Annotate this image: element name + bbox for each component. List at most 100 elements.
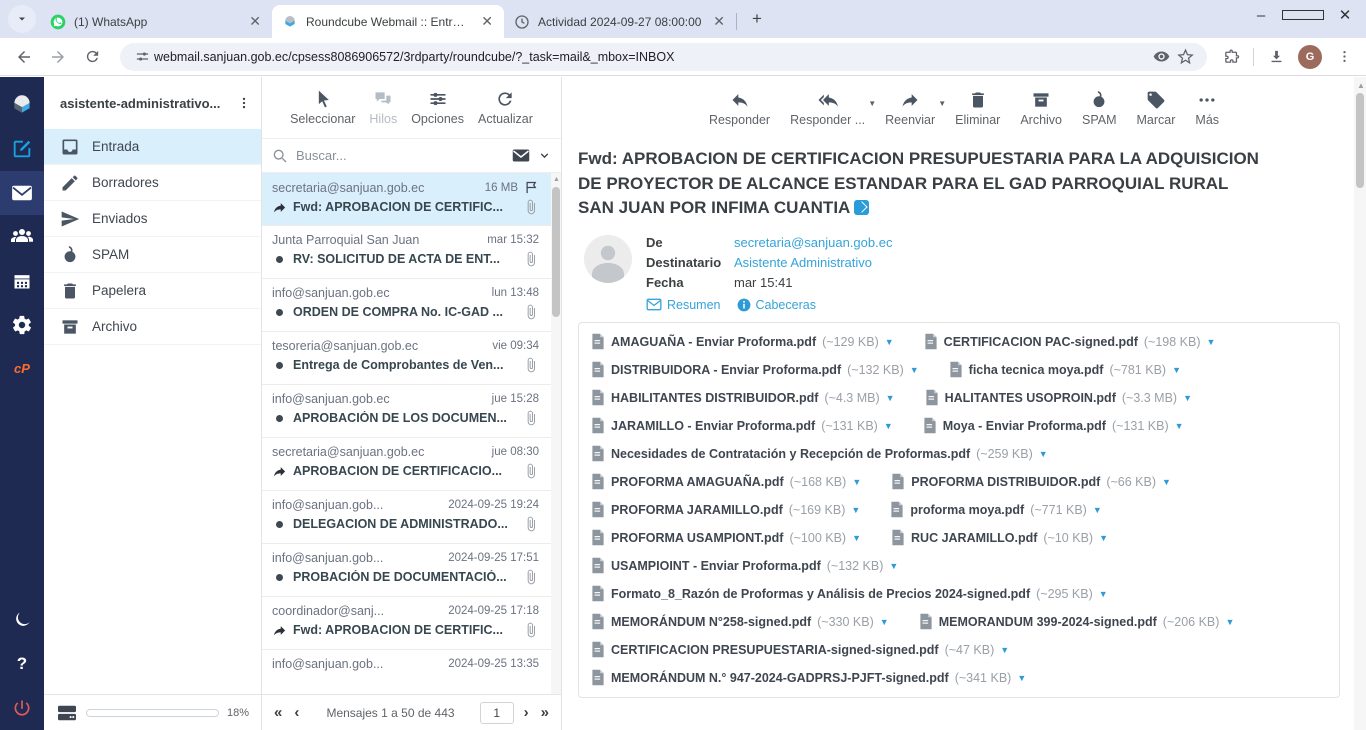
folder-item-entrada[interactable]: Entrada — [44, 129, 261, 165]
sidebar-item-cpanel[interactable]: cP — [0, 347, 44, 391]
attachment-item[interactable]: DISTRIBUIDORA - Enviar Proforma.pdf (~13… — [591, 359, 919, 381]
list-scrollbar[interactable]: ▲ — [551, 173, 561, 694]
attachment-name[interactable]: MEMORANDUM 399-2024-signed.pdf — [939, 615, 1157, 629]
dropdown-caret-icon[interactable]: ▼ — [938, 99, 946, 108]
attachment-menu-caret-icon[interactable]: ▼ — [1099, 589, 1108, 599]
sidebar-item-dark-mode[interactable] — [0, 598, 44, 642]
folder-item-enviados[interactable]: Enviados — [44, 201, 261, 237]
attachment-name[interactable]: CERTIFICACION PRESUPUESTARIA-signed-sign… — [611, 643, 939, 657]
attachment-menu-caret-icon[interactable]: ▼ — [1225, 617, 1234, 627]
attachment-name[interactable]: PROFORMA DISTRIBUIDOR.pdf — [911, 475, 1100, 489]
attachment-item[interactable]: PROFORMA JARAMILLO.pdf (~169 KB) ▼ — [591, 499, 860, 521]
attachment-name[interactable]: CERTIFICACION PAC-signed.pdf — [944, 335, 1138, 349]
attachment-menu-caret-icon[interactable]: ▼ — [885, 337, 894, 347]
folder-menu-icon[interactable] — [237, 96, 251, 110]
sidebar-item-roundcube-logo[interactable] — [0, 83, 44, 127]
address-bar[interactable]: webmail.sanjuan.gob.ec/cpsess8086906572/… — [120, 43, 1207, 71]
site-settings-icon[interactable] — [130, 45, 154, 69]
message-toolbar-replyall-button[interactable]: ▼ Responder ... — [790, 90, 865, 127]
attachment-menu-caret-icon[interactable]: ▼ — [1099, 533, 1108, 543]
attachment-name[interactable]: Formato_8_Razón de Proformas y Análisis … — [611, 587, 1030, 601]
sidebar-item-logout[interactable] — [0, 686, 44, 730]
attachment-item[interactable]: proforma moya.pdf (~771 KB) ▼ — [890, 499, 1101, 521]
tab-close-icon[interactable]: ✕ — [478, 13, 496, 30]
attachment-name[interactable]: DISTRIBUIDORA - Enviar Proforma.pdf — [611, 363, 841, 377]
attachment-name[interactable]: AMAGUAÑA - Enviar Proforma.pdf — [611, 335, 816, 349]
attachment-name[interactable]: MEMORÁNDUM N.° 947-2024-GADPRSJ-PJFT-sig… — [611, 671, 949, 685]
page-scrollbar[interactable]: ▲ — [1354, 77, 1366, 730]
message-list-item[interactable]: tesoreria@sanjuan.gob.ec vie 09:34 Entre… — [262, 332, 561, 385]
message-list-item[interactable]: info@sanjuan.gob.ec lun 13:48 ORDEN DE C… — [262, 279, 561, 332]
attachment-item[interactable]: HABILITANTES DISTRIBUIDOR.pdf (~4.3 MB) … — [591, 387, 895, 409]
attachment-item[interactable]: CERTIFICACION PRESUPUESTARIA-signed-sign… — [591, 639, 1009, 661]
attachment-menu-caret-icon[interactable]: ▼ — [852, 477, 861, 487]
attachment-menu-caret-icon[interactable]: ▼ — [1017, 673, 1026, 683]
message-toolbar-trash-button[interactable]: Eliminar — [955, 90, 1000, 127]
attachment-item[interactable]: Moya - Enviar Proforma.pdf (~131 KB) ▼ — [923, 415, 1184, 437]
dropdown-caret-icon[interactable]: ▼ — [868, 99, 876, 108]
attachment-item[interactable]: AMAGUAÑA - Enviar Proforma.pdf (~129 KB)… — [591, 331, 894, 353]
attachment-name[interactable]: proforma moya.pdf — [910, 503, 1024, 517]
search-input[interactable] — [296, 148, 504, 163]
attachment-item[interactable]: MEMORÁNDUM N°258-signed.pdf (~330 KB) ▼ — [591, 611, 889, 633]
browser-tab[interactable]: (1) WhatsApp ✕ — [40, 5, 272, 38]
attachment-menu-caret-icon[interactable]: ▼ — [1175, 421, 1184, 431]
extensions-icon[interactable] — [1219, 45, 1243, 69]
list-toolbar-options-button[interactable]: Opciones — [411, 89, 464, 126]
sidebar-item-calendar[interactable] — [0, 259, 44, 303]
sidebar-item-mail[interactable] — [0, 171, 44, 215]
folder-item-papelera[interactable]: Papelera — [44, 273, 261, 309]
attachment-menu-caret-icon[interactable]: ▼ — [1172, 365, 1181, 375]
search-scope-envelope-icon[interactable] — [512, 148, 530, 163]
attachment-item[interactable]: Formato_8_Razón de Proformas y Análisis … — [591, 583, 1108, 605]
sidebar-item-help[interactable]: ? — [0, 642, 44, 686]
back-button[interactable] — [10, 43, 38, 71]
tab-search-button[interactable] — [8, 5, 36, 33]
bookmark-star-icon[interactable] — [1173, 45, 1197, 69]
attachment-item[interactable]: PROFORMA DISTRIBUIDOR.pdf (~66 KB) ▼ — [891, 471, 1171, 493]
attachment-name[interactable]: USAMPIOINT - Enviar Proforma.pdf — [611, 559, 821, 573]
message-toolbar-more-button[interactable]: Más — [1195, 90, 1219, 127]
sidebar-item-contacts[interactable] — [0, 215, 44, 259]
attachment-menu-caret-icon[interactable]: ▼ — [1093, 505, 1102, 515]
header-action-cabeceras[interactable]: Cabeceras — [737, 298, 816, 312]
tab-close-icon[interactable]: ✕ — [246, 13, 264, 30]
message-toolbar-forward-button[interactable]: ▼ Reenviar — [885, 90, 935, 127]
attachment-menu-caret-icon[interactable]: ▼ — [1000, 645, 1009, 655]
attachment-item[interactable]: MEMORÁNDUM N.° 947-2024-GADPRSJ-PJFT-sig… — [591, 667, 1026, 689]
attachment-item[interactable]: Necesidades de Contratación y Recepción … — [591, 443, 1048, 465]
attachment-name[interactable]: HALITANTES USOPROIN.pdf — [945, 391, 1116, 405]
attachment-item[interactable]: USAMPIOINT - Enviar Proforma.pdf (~132 K… — [591, 555, 898, 577]
message-toolbar-tag-button[interactable]: Marcar — [1137, 90, 1176, 127]
attachment-name[interactable]: Necesidades de Contratación y Recepción … — [611, 447, 970, 461]
browser-tab[interactable]: Roundcube Webmail :: Entrada ✕ — [272, 5, 504, 38]
close-button[interactable]: ✕ — [1324, 0, 1366, 30]
preview-eye-icon[interactable] — [1149, 45, 1173, 69]
folder-item-spam[interactable]: SPAM — [44, 237, 261, 273]
attachment-menu-caret-icon[interactable]: ▼ — [1183, 393, 1192, 403]
message-list-item[interactable]: coordinador@sanj... 2024-09-25 17:18 Fwd… — [262, 597, 561, 650]
profile-avatar[interactable]: G — [1298, 45, 1322, 69]
browser-menu-icon[interactable] — [1332, 45, 1356, 69]
attachment-name[interactable]: PROFORMA USAMPIONT.pdf — [611, 531, 783, 545]
page-number-input[interactable] — [480, 702, 514, 724]
attachment-item[interactable]: PROFORMA USAMPIONT.pdf (~100 KB) ▼ — [591, 527, 861, 549]
list-toolbar-pointer-button[interactable]: Seleccionar — [290, 89, 355, 126]
attachment-name[interactable]: RUC JARAMILLO.pdf — [911, 531, 1037, 545]
attachment-name[interactable]: MEMORÁNDUM N°258-signed.pdf — [611, 615, 811, 629]
browser-tab[interactable]: Actividad 2024-09-27 08:00:00 ✕ — [504, 5, 736, 38]
attachment-item[interactable]: JARAMILLO - Enviar Proforma.pdf (~131 KB… — [591, 415, 893, 437]
next-page-button[interactable]: › — [522, 704, 531, 721]
attachment-item[interactable]: CERTIFICACION PAC-signed.pdf (~198 KB) ▼ — [924, 331, 1216, 353]
folder-item-archivo[interactable]: Archivo — [44, 309, 261, 345]
url-text[interactable]: webmail.sanjuan.gob.ec/cpsess8086906572/… — [154, 50, 1149, 64]
flag-icon[interactable] — [524, 180, 539, 195]
attachment-name[interactable]: HABILITANTES DISTRIBUIDOR.pdf — [611, 391, 818, 405]
refresh-button[interactable] — [78, 43, 106, 71]
message-list-item[interactable]: Junta Parroquial San Juan mar 15:32 RV: … — [262, 226, 561, 279]
attachment-name[interactable]: PROFORMA JARAMILLO.pdf — [611, 503, 783, 517]
attachment-menu-caret-icon[interactable]: ▼ — [1162, 477, 1171, 487]
maximize-button[interactable] — [1282, 0, 1324, 30]
attachment-name[interactable]: ficha tecnica moya.pdf — [969, 363, 1104, 377]
message-list-item[interactable]: info@sanjuan.gob... 2024-09-25 19:24 DEL… — [262, 491, 561, 544]
